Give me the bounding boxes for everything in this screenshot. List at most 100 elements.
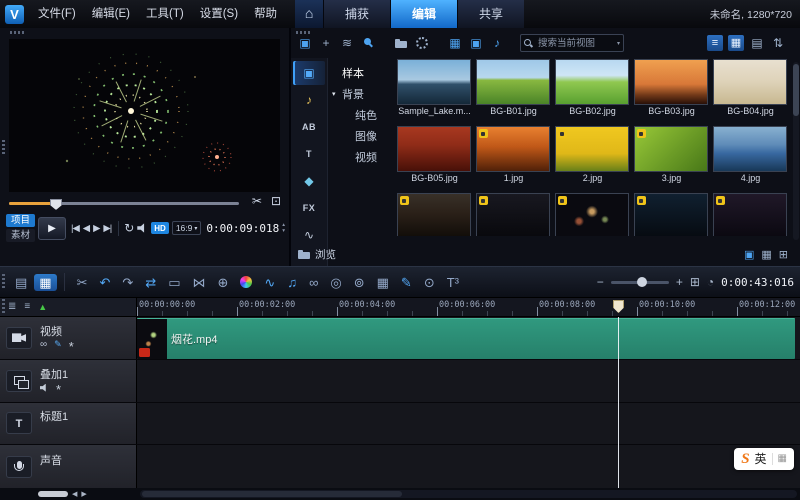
category-samples[interactable]: 样本 xyxy=(328,62,394,83)
library-thumbnail[interactable] xyxy=(634,193,710,236)
settings-gear-button[interactable] xyxy=(414,35,430,51)
preview-video[interactable] xyxy=(9,39,280,192)
home-button[interactable]: ⌂ xyxy=(295,0,323,28)
library-thumbnail[interactable]: 1.jpg xyxy=(476,126,552,184)
menu-item[interactable]: 文件(F) xyxy=(30,0,84,28)
library-thumbnail[interactable] xyxy=(397,193,473,236)
nav-path[interactable]: ∿ xyxy=(293,223,325,247)
volume-button[interactable] xyxy=(137,223,148,233)
hd-badge[interactable]: HD xyxy=(151,222,169,234)
ripple-edit-button[interactable]: ⇄ xyxy=(140,274,161,291)
ime-toolbar[interactable]: S 英 ▦ xyxy=(734,448,794,470)
track-type-button[interactable] xyxy=(6,327,32,349)
zoom-slider[interactable] xyxy=(611,281,669,284)
zoom-slider-handle[interactable] xyxy=(637,277,647,287)
nav-media[interactable]: ▣ xyxy=(293,61,325,85)
menu-item[interactable]: 编辑(E) xyxy=(84,0,138,28)
track-type-button[interactable] xyxy=(6,456,32,478)
timeline-view-button[interactable]: ▦ xyxy=(34,274,56,291)
timeline-clip[interactable]: 烟花.mp4 xyxy=(137,318,795,359)
subtitle-editor-button[interactable]: ✎ xyxy=(396,274,417,291)
nav-graphic[interactable]: ◆ xyxy=(293,169,325,193)
library-thumbnail[interactable] xyxy=(476,193,552,236)
sound-mixer-button[interactable]: ∿ xyxy=(259,274,280,291)
ime-menu-icon[interactable]: ▦ xyxy=(778,454,787,464)
compact-view-button[interactable]: ▤ xyxy=(749,35,765,51)
record-capture-button[interactable]: ⊚ xyxy=(349,274,370,291)
sort-button[interactable]: ⇅ xyxy=(770,35,786,51)
show-photos-button[interactable]: ▣ xyxy=(468,35,484,51)
chroma-key-button[interactable]: ◎ xyxy=(325,274,346,291)
library-thumbnail[interactable]: BG-B03.jpg xyxy=(634,59,710,117)
search-input[interactable] xyxy=(536,37,614,50)
zoom-in-button[interactable]: + xyxy=(676,275,683,289)
pin-panel-button[interactable] xyxy=(360,35,376,51)
split-clip-button[interactable]: ⋈ xyxy=(188,274,211,291)
category-backgrounds[interactable]: ▾ 背景 xyxy=(328,83,394,104)
track-content[interactable] xyxy=(137,360,800,402)
track-options-button[interactable]: ≡ xyxy=(24,302,30,312)
scroll-right-button[interactable]: ▶ xyxy=(81,491,86,498)
nav-filter[interactable]: FX xyxy=(293,196,325,220)
preview-timecode[interactable]: 0:00:09:018 xyxy=(206,222,279,235)
nav-title[interactable]: T xyxy=(293,142,325,166)
repeat-button[interactable]: ↻ xyxy=(124,221,134,235)
motion-track-button[interactable]: ⊙ xyxy=(419,274,440,291)
add-media-button[interactable]: + xyxy=(318,35,334,51)
fit-project-button[interactable]: ▭ xyxy=(163,274,185,291)
auto-music-button[interactable]: ♫ xyxy=(282,274,302,291)
link-icon[interactable] xyxy=(40,340,47,350)
duration-clock-icon[interactable]: ◔ xyxy=(707,275,714,289)
library-thumbnail[interactable]: BG-B04.jpg xyxy=(713,59,789,117)
track-type-button[interactable] xyxy=(6,370,32,392)
show-audio-button[interactable]: ♪ xyxy=(489,35,505,51)
timecode-spinner[interactable]: ▴ ▾ xyxy=(282,222,285,234)
video-track-header[interactable]: 视频 xyxy=(0,317,137,359)
burst-icon[interactable] xyxy=(56,384,61,392)
show-all-media-button[interactable]: ▦ xyxy=(447,35,463,51)
library-info-button[interactable]: ▣ xyxy=(744,248,754,261)
track-content[interactable] xyxy=(137,445,800,488)
playhead-line[interactable] xyxy=(618,317,619,488)
multi-trim-button[interactable]: ∞ xyxy=(304,274,323,291)
aspect-ratio-select[interactable]: 16:9 ▾ xyxy=(172,221,202,235)
menu-item[interactable]: 设置(S) xyxy=(192,0,246,28)
nav-audio[interactable]: ♪ xyxy=(293,88,325,112)
library-thumbnail[interactable]: BG-B05.jpg xyxy=(397,126,473,184)
scrubber-handle[interactable] xyxy=(50,199,62,210)
category-solid[interactable]: 纯色 xyxy=(328,104,394,125)
playhead-marker[interactable] xyxy=(613,300,624,313)
spin-down-icon[interactable]: ▾ xyxy=(282,228,285,234)
undo-button[interactable]: ↶ xyxy=(95,274,116,291)
library-scrollbar[interactable] xyxy=(793,62,799,240)
go-start-button[interactable]: |◀ xyxy=(69,223,81,234)
panel-grip[interactable] xyxy=(296,31,312,34)
search-caret-icon[interactable]: ▾ xyxy=(617,40,620,47)
category-images[interactable]: 图像 xyxy=(328,125,394,146)
browse-button[interactable]: 浏览 xyxy=(296,246,336,262)
next-frame-button[interactable]: ▶ xyxy=(91,223,101,234)
expand-library-button[interactable]: ⊞ xyxy=(779,248,788,261)
timeline-ruler[interactable]: 00:00:00:00 00:00:02:00 00:00:04:00 00:0… xyxy=(137,298,800,316)
color-wheel-button[interactable] xyxy=(235,274,257,290)
menu-item[interactable]: 帮助 xyxy=(246,0,285,28)
multicam-editor-button[interactable]: ▦ xyxy=(372,274,394,291)
scroll-left-button[interactable]: ◀ xyxy=(72,491,77,498)
import-folder-button[interactable] xyxy=(393,35,409,51)
voice-track-header[interactable]: 声音 xyxy=(0,445,137,488)
track-manager-button[interactable]: ≣ xyxy=(8,302,16,312)
small-grid-view-button[interactable]: ▦ xyxy=(761,248,771,261)
library-search[interactable]: ▾ xyxy=(520,34,624,52)
add-track-button[interactable]: ▲ xyxy=(38,303,47,312)
panel-grip[interactable] xyxy=(2,140,5,156)
overlay-track-header[interactable]: 叠加1 xyxy=(0,360,137,402)
storyboard-view-button[interactable]: ▤ xyxy=(10,274,32,291)
tab-share[interactable]: 共享 xyxy=(457,0,524,28)
ime-mode-indicator[interactable]: 英 xyxy=(755,453,767,465)
library-thumbnail[interactable] xyxy=(713,193,789,236)
category-videos[interactable]: 视频 xyxy=(328,146,394,167)
tab-edit[interactable]: 编辑 xyxy=(390,0,457,28)
scrollbar-handle[interactable] xyxy=(793,64,799,116)
effect-icon[interactable] xyxy=(54,340,62,349)
enlarge-preview-icon[interactable]: ⊡ xyxy=(271,194,281,208)
